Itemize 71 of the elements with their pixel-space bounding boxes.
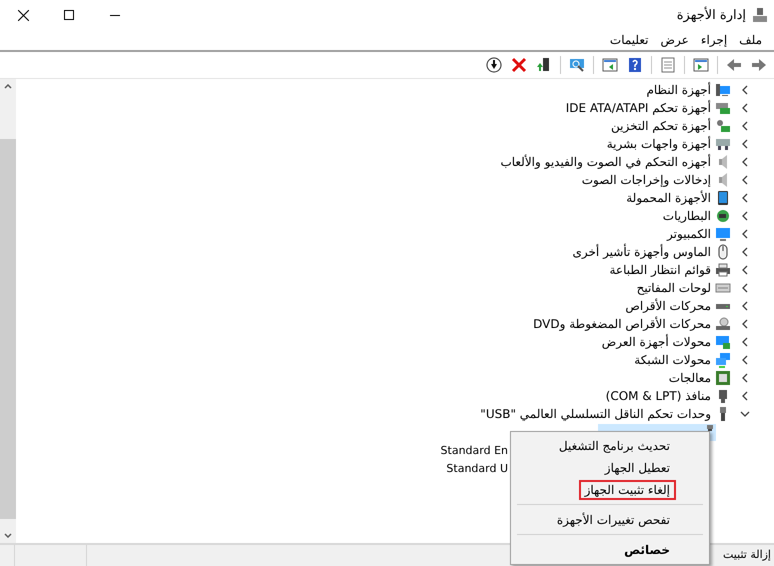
computer-icon [715,82,731,98]
chip-icon [715,370,731,386]
scroll-up-icon[interactable] [4,84,12,90]
tree-item[interactable]: محولات أجهزة العرض [602,335,711,349]
tree-item[interactable]: معالجات [668,371,711,385]
usb-hub-icon [707,424,713,430]
tree-item[interactable]: منافذ (COM & LPT) [606,389,711,403]
expand-chevron-icon[interactable] [740,355,750,365]
controller-card-icon [715,100,731,116]
expand-chevron-icon[interactable] [740,247,750,257]
maximize-icon [64,10,74,20]
tree-item[interactable]: محولات الشبكة [634,353,711,367]
expand-chevron-icon[interactable] [740,319,750,329]
tablet-icon [715,190,731,206]
printer-icon [715,262,731,278]
collapse-chevron-icon[interactable] [740,409,750,419]
device-manager-icon [752,7,768,23]
close-icon [18,10,28,20]
tree-item[interactable]: أجهزه التحكم في الصوت والفيديو والألعاب [500,155,711,169]
scroll-down-icon[interactable] [4,532,12,538]
menu-option[interactable]: خصائص [618,540,676,560]
window-title: إدارة الأجهزة [676,8,746,22]
tree-item[interactable]: الكمبيوتر [667,227,711,241]
tree-item[interactable]: إدخالات وإخراجات الصوت [582,173,711,187]
monitor-icon [715,334,731,350]
drive-icon [716,304,730,308]
tree-item[interactable]: محركات الأقراص [625,299,711,313]
controller-card-icon [715,118,731,134]
tree-item[interactable]: الأجهزة المحمولة [626,191,711,205]
expand-chevron-icon[interactable] [740,121,750,131]
expand-chevron-icon[interactable] [740,337,750,347]
expand-chevron-icon[interactable] [740,391,750,401]
status-text: إزالة تثبيت [723,547,772,563]
tree-item[interactable]: أجهزة تحكم IDE ATA/ATAPI [566,101,711,115]
tree-item[interactable]: أجهزة النظام [646,83,711,97]
menu-item[interactable]: ملف [733,30,768,50]
expand-chevron-icon[interactable] [740,373,750,383]
tree-item[interactable]: أجهزة واجهات بشرية [606,137,711,151]
tree-item[interactable]: أجهزة تحكم التخزين [611,119,711,133]
tree-item[interactable]: محركات الأقراص المضغوطة وDVD [533,317,711,331]
network-icon [715,352,731,368]
tree-item[interactable]: الماوس وأجهزة تأشير أخرى [572,245,711,259]
expand-chevron-icon[interactable] [740,283,750,293]
menu-item[interactable]: عرض [654,30,695,50]
expand-chevron-icon[interactable] [740,139,750,149]
tree-item[interactable]: البطاريات [662,209,711,223]
monitor-icon [715,226,731,242]
menu-option[interactable]: تحديث برنامج التشغيل [552,436,676,456]
menu-option[interactable]: تعطيل الجهاز [598,458,676,478]
menu-option[interactable]: تفحص تغييرات الأجهزة [550,510,676,530]
expand-chevron-icon[interactable] [740,301,750,311]
expand-chevron-icon[interactable] [740,193,750,203]
expand-chevron-icon[interactable] [740,85,750,95]
expand-chevron-icon[interactable] [740,175,750,185]
tree-item[interactable]: وحدات تحكم الناقل التسلسلي العالمي "USB" [480,407,711,421]
minimize-icon [110,14,120,16]
tree-item[interactable]: Standard U [446,462,508,474]
menu-item[interactable]: تعليمات [604,30,655,50]
keyboard-icon [715,136,731,152]
expand-chevron-icon[interactable] [740,229,750,239]
tree-item[interactable]: Standard En [440,444,508,456]
expand-chevron-icon[interactable] [740,211,750,221]
expand-chevron-icon[interactable] [740,103,750,113]
disc-drive-icon [715,316,731,332]
menu-option[interactable]: إلغاء تثبيت الجهاز [578,480,676,500]
expand-chevron-icon[interactable] [740,157,750,167]
tree-item[interactable]: قوائم انتظار الطباعة [609,263,711,277]
battery-icon [715,208,731,224]
tree-item[interactable]: لوحات المفاتيح [636,281,711,295]
expand-chevron-icon[interactable] [740,265,750,275]
menu-item[interactable]: إجراء [694,30,734,50]
